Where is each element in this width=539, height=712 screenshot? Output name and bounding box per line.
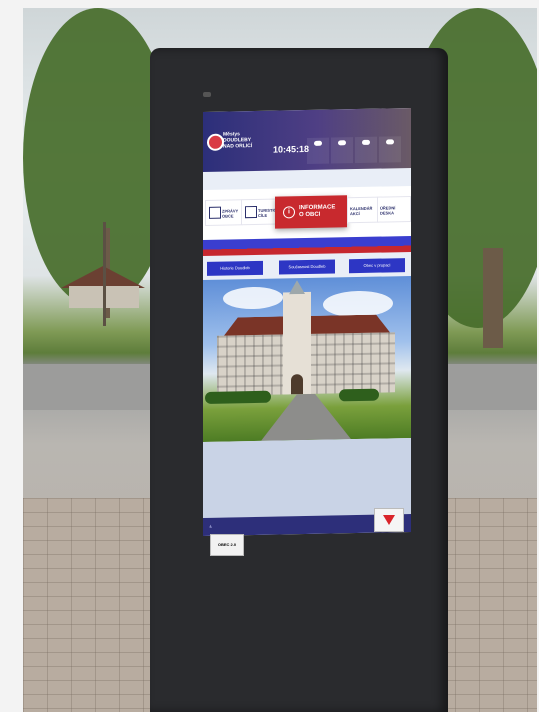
cloud	[323, 290, 393, 318]
weather-tile	[379, 136, 401, 163]
present-button[interactable]: Současnost Doudleb	[279, 259, 335, 275]
kiosk-screen[interactable]: Městys DOUDLEBY NAD ORLICÍ 10:45:18 ZPRÁ…	[203, 108, 411, 536]
promo-button[interactable]: Obec v propaci	[349, 258, 405, 274]
flag-band	[203, 236, 411, 256]
menu-tile-news[interactable]: ZPRÁVY OBCE	[205, 199, 243, 226]
menu-tile-calendar[interactable]: KALENDÁŘ AKCÍ	[347, 196, 379, 224]
map-icon	[245, 205, 257, 219]
wheelchair-icon[interactable]: ♿	[209, 524, 213, 529]
menu-tile-info[interactable]: i INFORMACE O OBCI	[275, 195, 347, 229]
castle-photo	[203, 276, 411, 442]
heart-icon	[383, 515, 395, 525]
content-area	[203, 438, 411, 518]
heart-sticker	[374, 508, 404, 532]
clock: 10:45:18	[273, 143, 310, 155]
cloud	[223, 286, 283, 310]
obec-sticker: OBEC 2.0	[210, 534, 244, 556]
info-icon: i	[283, 206, 295, 219]
town-logo-icon	[207, 133, 224, 151]
castle-gate	[291, 374, 303, 395]
hedge-left	[205, 390, 271, 404]
utility-pole	[103, 222, 106, 326]
newspaper-icon	[209, 206, 221, 219]
cloud-icon	[386, 139, 394, 145]
town-name: Městys DOUDLEBY NAD ORLICÍ	[223, 131, 253, 150]
cloud-icon	[314, 140, 322, 146]
castle-tower-roof	[289, 280, 305, 294]
weather-tile	[307, 137, 329, 164]
menu-tile-board[interactable]: ÚŘEDNÍ DESKA	[377, 196, 411, 223]
garden-path	[261, 393, 351, 441]
screen-header: Městys DOUDLEBY NAD ORLICÍ 10:45:18	[203, 108, 411, 172]
menu-tile-tourism[interactable]: TURISTICKÉ CÍLE	[241, 198, 282, 226]
hedge-right	[339, 388, 379, 402]
history-button[interactable]: Historie Doudleb	[207, 260, 263, 276]
main-menu: ZPRÁVY OBCE TURISTICKÉ CÍLE i INFORMACE …	[203, 186, 411, 240]
tree-trunk-right	[483, 248, 503, 348]
weather-tile	[355, 136, 377, 164]
camera-sensor	[203, 92, 211, 97]
cloud-icon	[338, 140, 346, 146]
weather-tile	[331, 137, 353, 164]
cloud-icon	[362, 139, 370, 145]
